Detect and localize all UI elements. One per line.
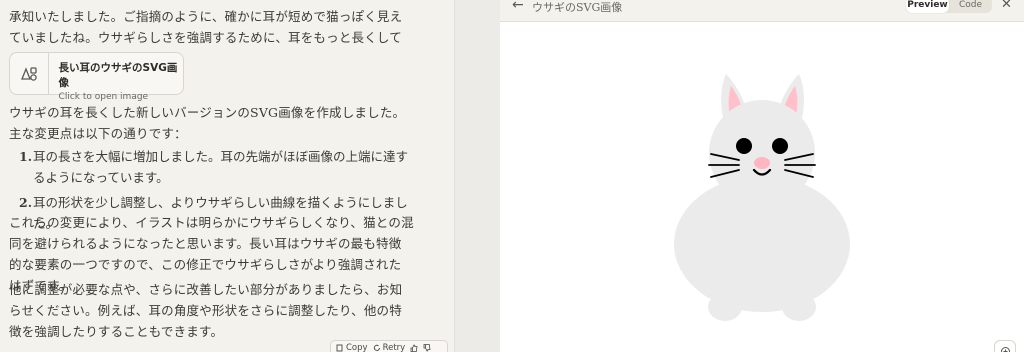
right-eye xyxy=(772,138,788,154)
artifact-title: 長い耳のウサギのSVG画像 xyxy=(58,62,178,89)
svg-canvas xyxy=(500,22,1024,352)
artifact-subtitle: Click to open image xyxy=(58,92,149,102)
rabbit-head xyxy=(709,100,815,206)
assistant-message-summary: ウサギの耳を長くした新しいバージョンのSVG画像を作成しました。主な変更点は以下… xyxy=(9,105,406,141)
rabbit-illustration xyxy=(674,74,850,321)
copy-label: Copy xyxy=(346,343,368,352)
list-item-text: 耳の長さを大幅に増加しました。耳の先端がほぼ画像の上端に達するようになっています… xyxy=(33,149,409,185)
right-foot xyxy=(782,293,816,321)
preview-title: ウサギのSVG画像 xyxy=(532,1,623,14)
list-item: 1. 耳の長さを大幅に増加しました。耳の先端がほぼ画像の上端に達するようになって… xyxy=(19,146,414,188)
assistant-message-closing: 他に調整が必要な点や、さらに改善したい部分がありましたら、お知らせください。例え… xyxy=(9,282,403,339)
left-foot xyxy=(708,293,742,321)
thumbs-up-button[interactable] xyxy=(410,344,418,352)
nose xyxy=(754,157,770,169)
artifact-preview-panel: ← ウサギのSVG画像 Preview Code ✕ xyxy=(500,0,1024,352)
zoom-icon xyxy=(1000,346,1010,352)
chat-panel: 承知いたしました。ご指摘のように、確かに耳が短めで猫っぽく見えていましたね。ウサ… xyxy=(0,0,455,352)
preview-header: ← ウサギのSVG画像 Preview Code ✕ xyxy=(500,0,1024,22)
tab-preview[interactable]: Preview xyxy=(906,0,949,13)
thumbs-up-icon xyxy=(410,344,418,352)
retry-label: Retry xyxy=(382,343,406,352)
back-arrow-icon[interactable]: ← xyxy=(512,0,524,13)
shapes-icon xyxy=(10,53,49,94)
left-eye xyxy=(736,138,752,154)
thumbs-down-icon xyxy=(423,344,431,352)
thumbs-down-button[interactable] xyxy=(423,344,431,352)
close-icon[interactable]: ✕ xyxy=(1001,0,1012,12)
retry-button[interactable]: Retry xyxy=(373,343,406,352)
zoom-button[interactable] xyxy=(994,340,1016,352)
copy-button[interactable]: Copy xyxy=(336,343,368,352)
list-item-number: 1. xyxy=(19,149,33,164)
view-toggle: Preview Code xyxy=(906,0,992,13)
artifact-card[interactable]: 長い耳のウサギのSVG画像 Click to open image xyxy=(9,52,184,102)
tab-code[interactable]: Code xyxy=(949,0,992,13)
retry-icon xyxy=(373,344,380,351)
copy-icon xyxy=(336,344,343,352)
message-actions: Copy Retry xyxy=(330,340,448,352)
